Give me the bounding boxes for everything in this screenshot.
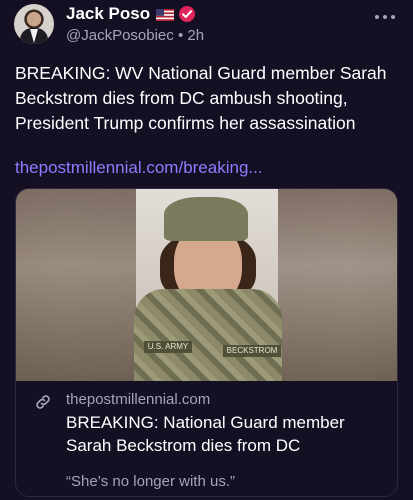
post-text: BREAKING: WV National Guard member Sarah…	[15, 63, 387, 133]
uniform-tape-left: U.S. ARMY	[144, 341, 192, 353]
link-icon	[34, 393, 52, 411]
link-preview-card[interactable]: U.S. ARMY BECKSTROM thepostmillennial.co…	[15, 188, 398, 497]
photo-hat	[164, 197, 248, 241]
author-handle[interactable]: @JackPosobiec	[66, 27, 174, 44]
post-link[interactable]: thepostmillennial.com/breaking...	[15, 158, 263, 178]
card-title: BREAKING: National Guard member Sarah Be…	[66, 413, 345, 455]
image-blur-left	[16, 189, 136, 381]
card-domain: thepostmillennial.com	[66, 391, 211, 408]
uniform-tape-right: BECKSTROM	[223, 345, 281, 357]
post-header: Jack Poso @JackPosobiec • 2h	[66, 4, 204, 44]
card-info: thepostmillennial.com BREAKING: National…	[16, 381, 397, 496]
card-image[interactable]: U.S. ARMY BECKSTROM	[16, 189, 397, 381]
post-time[interactable]: 2h	[187, 27, 204, 44]
photo-uniform	[134, 289, 282, 381]
card-description: “She’s no longer with us.”	[66, 473, 235, 490]
author-name[interactable]: Jack Poso	[66, 4, 150, 24]
more-dot	[375, 15, 379, 19]
more-dot	[391, 15, 395, 19]
us-flag-icon	[156, 8, 175, 21]
image-blur-right	[278, 189, 397, 381]
author-avatar[interactable]	[14, 4, 54, 44]
verified-badge-icon	[178, 5, 196, 23]
more-dot	[383, 15, 387, 19]
more-options-icon[interactable]	[375, 14, 395, 20]
meta-separator: •	[177, 27, 184, 44]
post-meta: @JackPosobiec • 2h	[66, 27, 204, 44]
name-row: Jack Poso	[66, 4, 204, 24]
